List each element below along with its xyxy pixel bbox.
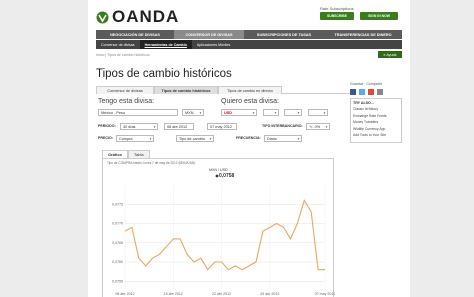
want-code-value: USD bbox=[224, 110, 233, 115]
subnav-converter[interactable]: Conversor de divisas bbox=[96, 40, 140, 49]
try-item-classic[interactable]: Classic fxHistory bbox=[353, 107, 399, 111]
subnav-exchange-tools[interactable]: Herramientas de Cambio bbox=[139, 40, 192, 49]
rate-type-select[interactable]: Tipo de cambio ▼ bbox=[176, 135, 214, 142]
have-code-select[interactable]: MXN ▼ bbox=[182, 109, 204, 116]
share-row: Guardar Compartir bbox=[350, 82, 402, 86]
chevron-down-icon: ▼ bbox=[297, 137, 300, 141]
price-value: Compra bbox=[119, 136, 133, 141]
page-title: Tipos de cambio históricos bbox=[96, 68, 232, 80]
chevron-down-icon: ▼ bbox=[274, 111, 277, 115]
login-button[interactable]: SIGN IN NOW bbox=[360, 12, 398, 20]
price-select[interactable]: Compra ▼ bbox=[116, 135, 154, 142]
view-tabs: Gráfico Tabla bbox=[102, 150, 150, 158]
y-tick-label: 0,0755 bbox=[112, 279, 123, 283]
rate-subscriptions-link[interactable]: Rate Subscriptions bbox=[320, 6, 354, 11]
x-tick-label: 08 abr 2012 bbox=[115, 292, 134, 296]
email-icon[interactable] bbox=[377, 89, 383, 95]
tab-chart[interactable]: Gráfico bbox=[102, 150, 129, 158]
tab-historical[interactable]: Tipos de cambio históricos bbox=[154, 86, 218, 94]
want-extra-select-3[interactable]: ▼ bbox=[308, 109, 328, 116]
facebook-icon[interactable] bbox=[350, 89, 356, 95]
y-tick-label: 0,0775 bbox=[112, 202, 123, 206]
try-item-feeds[interactable]: Exchange Rate Feeds bbox=[353, 114, 399, 118]
subnav-mobile-apps[interactable]: Aplicaciones Móviles bbox=[192, 40, 235, 49]
oanda-logo-icon bbox=[96, 11, 109, 23]
chevron-down-icon: ▼ bbox=[252, 111, 255, 115]
save-link[interactable]: Guardar bbox=[350, 82, 363, 86]
try-item-app[interactable]: Wildlife Currency App bbox=[353, 127, 399, 131]
period-select[interactable]: 30 días ▼ bbox=[120, 123, 158, 130]
chevron-down-icon: ▼ bbox=[209, 137, 212, 141]
start-date-input[interactable]: 08 abr 2012 bbox=[164, 123, 194, 130]
chevron-down-icon: ▼ bbox=[153, 125, 156, 129]
secondary-nav: Conversor de divisas Herramientas de Cam… bbox=[96, 40, 402, 49]
want-label: Quiero esta divisa: bbox=[221, 98, 279, 105]
start-date-value: 08 abr 2012 bbox=[167, 124, 188, 129]
subscribe-button[interactable]: SUBSCRIBE bbox=[320, 12, 354, 20]
tab-table[interactable]: Tabla bbox=[128, 150, 150, 158]
period-value: 30 días bbox=[123, 124, 136, 129]
end-date-value: 07 may 2012 bbox=[210, 124, 232, 129]
have-currency-value: México - Peso bbox=[101, 110, 126, 115]
tab-live-rates[interactable]: Tipos de cambio en directo bbox=[218, 86, 282, 94]
frequency-value: Diario bbox=[267, 136, 277, 141]
chevron-down-icon: ▼ bbox=[323, 111, 326, 115]
try-also-title: TRY ALSO... bbox=[353, 101, 374, 105]
want-extra-select-2[interactable]: ▼ bbox=[284, 109, 302, 116]
try-item-tools[interactable]: Add Tools to Your Site bbox=[353, 133, 399, 137]
frequency-select[interactable]: Diario ▼ bbox=[264, 135, 302, 142]
x-tick-label: 15 abr 2012 bbox=[164, 292, 183, 296]
interbank-select[interactable]: +/- 0% ▼ bbox=[306, 123, 330, 130]
chevron-down-icon: ▼ bbox=[325, 125, 328, 129]
y-tick-label: 0,0770 bbox=[112, 222, 123, 226]
x-tick-label: 22 abr 2012 bbox=[212, 292, 231, 296]
want-extra-select-1[interactable]: ▼ bbox=[263, 109, 279, 116]
y-tick-label: 0,0760 bbox=[112, 260, 123, 264]
help-button[interactable]: e Ayuda bbox=[378, 51, 402, 58]
social-icons bbox=[350, 89, 402, 95]
page: OANDA Rate Subscriptions SUBSCRIBE SIGN … bbox=[88, 0, 410, 297]
y-tick-label: 0,0765 bbox=[112, 241, 123, 245]
period-label: PERIODO: bbox=[98, 124, 116, 128]
chevron-down-icon: ▼ bbox=[199, 111, 202, 115]
try-item-transfers[interactable]: Money Transfers bbox=[353, 120, 399, 124]
share-link[interactable]: Compartir bbox=[366, 82, 382, 86]
interbank-value: +/- 0% bbox=[309, 124, 321, 129]
chevron-down-icon: ▼ bbox=[149, 137, 152, 141]
frequency-label: FRECUENCIA: bbox=[236, 136, 261, 140]
line-chart[interactable]: 0,0775 0,0770 0,0765 0,0760 0,0755 08 abr 201… bbox=[103, 159, 335, 297]
tab-bar: Conversor de divisas Tipos de cambio his… bbox=[96, 86, 350, 94]
twitter-icon[interactable] bbox=[359, 89, 365, 95]
primary-nav: NEGOCIACIÓN DE DIVISAS CONVERSOR DE DIVI… bbox=[96, 30, 402, 39]
want-currency-select[interactable]: USD ▼ bbox=[221, 109, 257, 116]
x-tick-label: 29 abr 2012 bbox=[260, 292, 279, 296]
tab-converter[interactable]: Conversor de divisas bbox=[96, 86, 154, 94]
chevron-down-icon: ▼ bbox=[297, 111, 300, 115]
brand-name: OANDA bbox=[112, 7, 180, 26]
nav-rate-subscriptions[interactable]: SUBSCRIPCIONES DE TASAS bbox=[244, 30, 324, 39]
oanda-logo[interactable]: OANDA bbox=[96, 7, 179, 27]
end-date-input[interactable]: 07 may 2012 bbox=[207, 123, 237, 130]
point-marker bbox=[215, 174, 219, 178]
nav-currency-converter[interactable]: CONVERSOR DE DIVISAS bbox=[174, 30, 244, 39]
series-line bbox=[124, 199, 325, 271]
chart-panel: Tipo de COMPRA medio: lunes 7 de may de … bbox=[102, 158, 335, 297]
price-label: PRECIO: bbox=[98, 136, 113, 140]
rate-type-value: Tipo de cambio bbox=[179, 136, 205, 141]
interbank-label: TIPO INTERBANCARIO: bbox=[262, 124, 303, 128]
have-label: Tengo esta divisa: bbox=[98, 98, 155, 105]
sidebar: Guardar Compartir TRY ALSO... Classic fx… bbox=[350, 82, 402, 143]
nav-fx-trading[interactable]: NEGOCIACIÓN DE DIVISAS bbox=[96, 30, 174, 39]
breadcrumb[interactable]: Inicio | Tipos de cambio históricos bbox=[96, 53, 150, 57]
nav-money-transfers[interactable]: TRANSFERENCIAS DE DINERO bbox=[324, 30, 402, 39]
have-code-value: MXN bbox=[185, 110, 194, 115]
x-tick-label: 07 may 2012 bbox=[315, 292, 335, 296]
try-also-box: TRY ALSO... Classic fxHistory Exchange R… bbox=[350, 98, 402, 143]
google-plus-icon[interactable] bbox=[368, 89, 374, 95]
have-currency-select[interactable]: México - Peso bbox=[98, 109, 178, 116]
